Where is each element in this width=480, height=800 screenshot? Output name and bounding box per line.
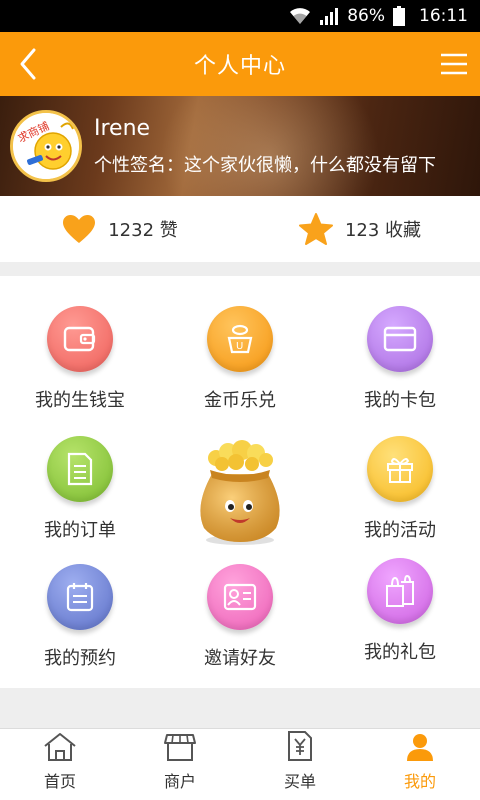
star-icon: [298, 213, 333, 245]
username: Irene: [94, 116, 151, 141]
grid-item-invite-friends[interactable]: 邀请好友: [160, 564, 320, 670]
grid-item-reservations[interactable]: 我的预约: [0, 564, 160, 670]
favorites-count: 123: [344, 220, 380, 241]
signal-icon: [320, 8, 339, 25]
svg-text:U: U: [236, 341, 243, 352]
tab-label: 商户: [163, 772, 196, 791]
grid-item-activities[interactable]: 我的活动: [320, 436, 480, 542]
tab-merchants[interactable]: 商户: [120, 729, 240, 800]
avatar-image: 求商铺: [13, 113, 79, 179]
contact-card-icon: [207, 564, 273, 630]
grid-item-label: 邀请好友: [204, 648, 276, 669]
status-bar: 86% 16:11: [0, 0, 480, 32]
money-bag-image: [200, 440, 280, 545]
gift-box-icon: [367, 436, 433, 502]
likes-label: 赞: [159, 220, 178, 241]
battery-percent: 86%: [347, 6, 385, 26]
favorites-label: 收藏: [385, 220, 422, 241]
user-signature: 个性签名：这个家伙很懒，什么都没有留下: [94, 155, 436, 176]
grid-item-card-pack[interactable]: 我的卡包: [320, 306, 480, 412]
grid-item-orders[interactable]: 我的订单: [0, 436, 160, 542]
tab-pay-bill[interactable]: 买单: [240, 729, 360, 800]
wifi-icon: [290, 8, 311, 24]
calendar-icon: [47, 564, 113, 630]
card-icon: [367, 306, 433, 372]
gift-bag-icon: [367, 558, 433, 624]
grid-item-gift-packs[interactable]: 我的礼包: [320, 558, 480, 664]
wallet-icon: [47, 306, 113, 372]
grid-item-label: 我的预约: [44, 648, 116, 669]
profile-banner: 求商铺 Irene 个性签名：这个家伙很懒，什么都没有留下: [0, 96, 480, 196]
tab-mine[interactable]: 我的: [360, 729, 480, 800]
back-icon[interactable]: [14, 46, 46, 82]
bill-icon: [288, 731, 312, 761]
heart-icon: [63, 215, 96, 243]
likes-count: 1232: [108, 220, 155, 241]
grid-item-label: 我的礼包: [364, 642, 436, 663]
tab-label: 首页: [43, 772, 76, 791]
likes-stat[interactable]: 1232 赞: [0, 214, 240, 244]
tab-label: 我的: [403, 772, 436, 791]
home-icon: [44, 733, 76, 761]
shop-icon: [164, 734, 196, 761]
battery-icon: [393, 6, 405, 26]
grid-item-label: 我的生钱宝: [35, 390, 125, 411]
grid-item-label: 我的活动: [364, 520, 436, 541]
grid-item-coin-exchange[interactable]: U 金币乐兑: [160, 306, 320, 412]
grid-item-wallet[interactable]: 我的生钱宝: [0, 306, 160, 412]
clock: 16:11: [419, 6, 468, 26]
banner-background: [160, 96, 380, 196]
menu-icon[interactable]: [440, 50, 468, 78]
stats-row: 1232 赞 123 收藏: [0, 196, 480, 262]
avatar[interactable]: 求商铺: [10, 110, 82, 182]
order-icon: [47, 436, 113, 502]
coin-cup-icon: U: [207, 306, 273, 372]
page-title: 个人中心: [193, 54, 286, 79]
bottom-nav: 首页 商户 买单 我的: [0, 728, 480, 800]
feature-grid: 我的生钱宝 U 金币乐兑 我的卡包 我的订单 我的活动 我的预约 邀请好友 我的…: [0, 276, 480, 688]
tab-label: 买单: [283, 772, 316, 791]
grid-item-label: 我的卡包: [364, 390, 436, 411]
grid-item-label: 我的订单: [44, 520, 116, 541]
user-icon: [407, 734, 433, 761]
grid-item-label: 金币乐兑: [204, 390, 276, 411]
favorites-stat[interactable]: 123 收藏: [240, 213, 480, 245]
app-header: 个人中心: [0, 32, 480, 96]
tab-home[interactable]: 首页: [0, 729, 120, 800]
